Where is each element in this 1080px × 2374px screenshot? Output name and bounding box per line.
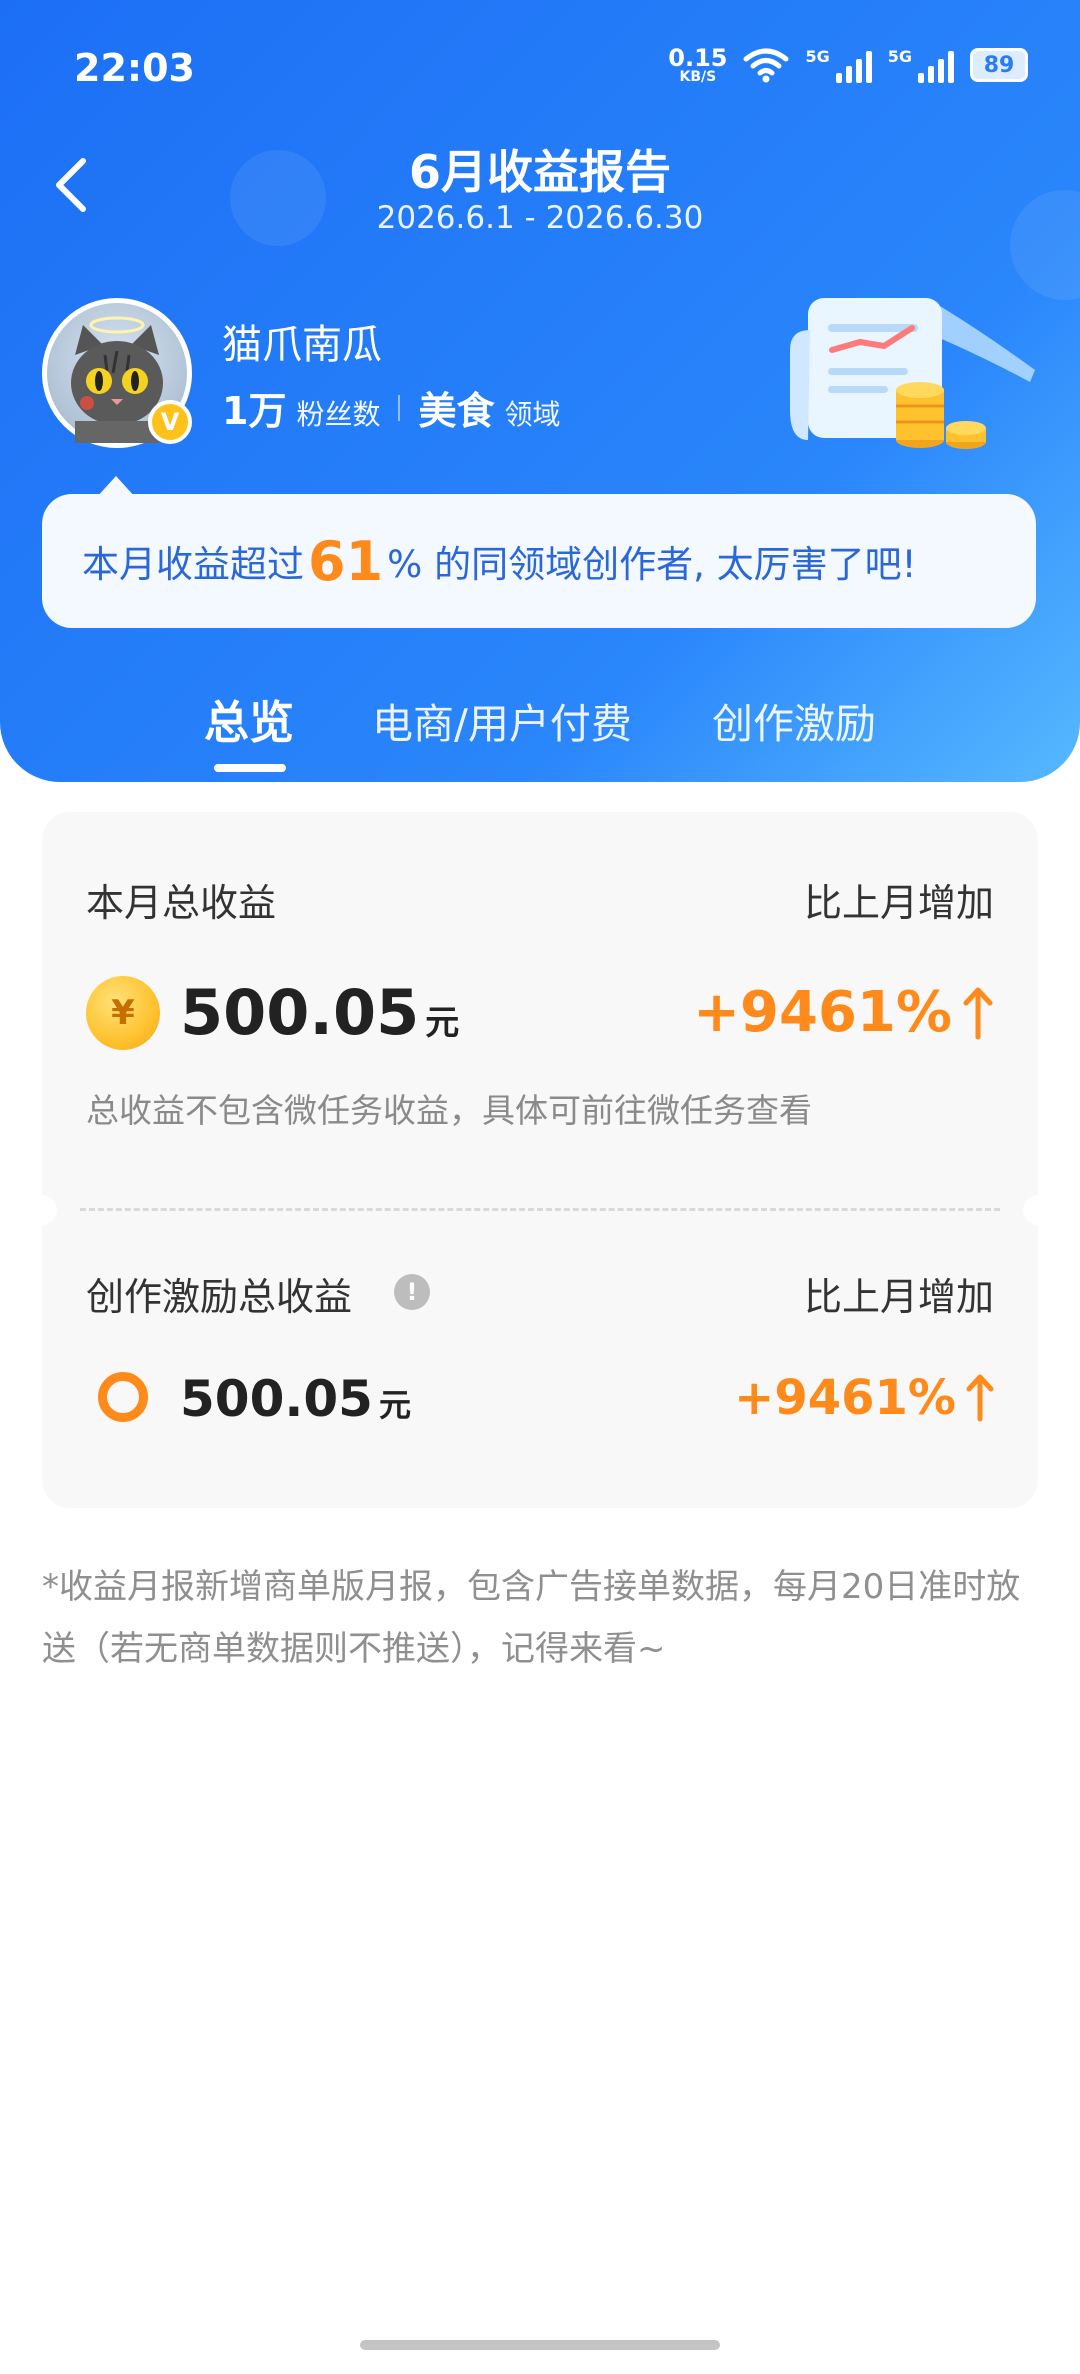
network-speed: 0.15 KB/S (668, 46, 727, 84)
tab-bar: 总览 电商/用户付费 创作激励 (0, 686, 1080, 776)
domain-name: 美食 (418, 389, 495, 433)
info-symbol: ! (406, 1278, 418, 1306)
username: 猫爪南瓜 (222, 322, 382, 368)
network-speed-value: 0.15 (668, 44, 728, 72)
divider (398, 394, 401, 421)
page-title: 6月收益报告 (408, 145, 671, 199)
info-icon[interactable]: ! (394, 1274, 430, 1310)
dashed-divider (80, 1208, 1000, 1211)
total-growth-value: +9461% (693, 980, 952, 1045)
date-range: 2026.6.1 - 2026.6.30 (376, 200, 704, 236)
verified-badge: V (148, 400, 192, 444)
coin-icon: ¥ (86, 976, 160, 1050)
home-indicator[interactable] (360, 2340, 720, 2350)
network-speed-unit: KB/S (679, 69, 717, 85)
incentive-amount: 500.05 元 (180, 1370, 411, 1428)
banner-suffix: % 的同领域创作者, 太厉害了吧! (387, 543, 917, 586)
banner-prefix: 本月收益超过 (82, 543, 304, 586)
card-notch-right (1023, 1195, 1053, 1225)
tab-ecommerce-payment[interactable]: 电商/用户付费 (372, 690, 632, 750)
incentive-growth-value: +9461% (734, 1370, 956, 1426)
cellular-signal-icon: 5G (805, 47, 872, 83)
ranking-banner: 本月收益超过 61 % 的同领域创作者, 太厉害了吧! (42, 494, 1036, 628)
total-amount-value: 500.05 (180, 976, 420, 1049)
total-earnings-label: 本月总收益 (86, 881, 277, 925)
status-bar: 22:03 0.15 KB/S 5G 5G 89 (0, 0, 1080, 140)
tab-creation-incentive[interactable]: 创作激励 (712, 690, 876, 750)
incentive-compare-label: 比上月增加 (803, 1275, 994, 1319)
incentive-amount-value: 500.05 (180, 1370, 373, 1428)
tab-overview[interactable]: 总览 (204, 686, 294, 751)
status-icons: 0.15 KB/S 5G 5G 89 (668, 46, 1028, 84)
total-growth: +9461% (693, 980, 994, 1045)
earnings-note: 总收益不包含微任务收益，具体可前往微任务查看 (86, 1091, 812, 1130)
incentive-earnings-label: 创作激励总收益 (86, 1275, 353, 1319)
active-tab-indicator (214, 764, 286, 772)
status-time: 22:03 (74, 46, 195, 90)
compare-label: 比上月增加 (803, 881, 994, 925)
arrow-up-icon (966, 1374, 994, 1422)
incentive-ring-icon (98, 1372, 148, 1422)
profile-stats: 1万 粉丝数 美食 领域 (222, 380, 561, 435)
wifi-icon (743, 48, 789, 83)
domain-label: 领域 (504, 398, 561, 431)
battery-level: 89 (983, 52, 1015, 78)
footnote: *收益月报新增商单版月报，包含广告接单数据，每月20日准时放送（若无商单数据则不… (42, 1567, 1021, 1669)
incentive-growth: +9461% (734, 1370, 994, 1426)
banner-percent: 61 (308, 529, 384, 593)
sim2-label: 5G (887, 47, 912, 66)
coin-symbol: ¥ (111, 993, 135, 1033)
fans-count: 1万 (222, 389, 287, 433)
total-amount-unit: 元 (425, 1003, 460, 1043)
fans-label: 粉丝数 (296, 398, 381, 431)
card-notch-left (27, 1195, 57, 1225)
sim1-label: 5G (805, 47, 830, 66)
battery-icon: 89 (970, 48, 1028, 82)
arrow-up-icon (963, 987, 993, 1039)
incentive-amount-unit: 元 (378, 1386, 411, 1424)
total-amount: 500.05 元 (180, 976, 459, 1049)
cellular-signal-icon: 5G (888, 47, 954, 83)
receipt-coins-illustration (790, 298, 1035, 449)
